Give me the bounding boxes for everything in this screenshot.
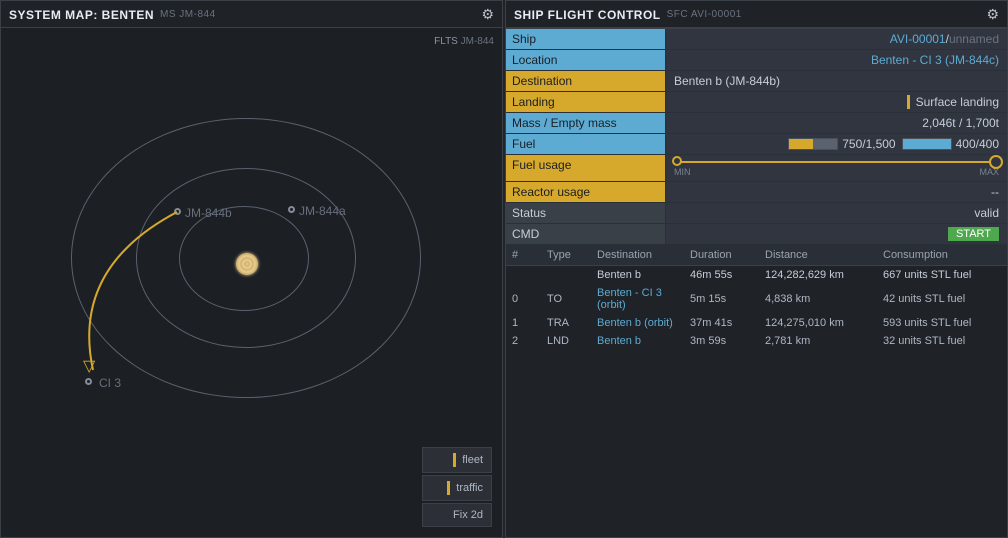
flight-subtitle: SFC AVI-00001 [667,9,742,20]
location-link[interactable]: Benten - CI 3 (JM-844c) [871,53,999,67]
route-dest-link[interactable]: Benten b [591,332,684,350]
map-toggles: fleet traffic Fix 2d [422,447,492,527]
body-marker-a[interactable] [288,206,295,213]
slider-handle-icon[interactable] [989,155,1003,169]
body-label-a: JM-844a [299,204,346,218]
value-reactor: -- [666,182,1007,203]
toggle-fleet[interactable]: fleet [422,447,492,473]
system-map-header: SYSTEM MAP: BENTEN MS JM-844 ⚙ [1,1,502,28]
label-ship: Ship [506,29,666,50]
table-row[interactable]: 1TRABenten b (orbit)37m 41s124,275,010 k… [506,314,1007,332]
label-status: Status [506,203,666,224]
info-grid: Ship AVI-00001 / unnamed Location Benten… [506,28,1007,245]
route-table: # Type Destination Duration Distance Con… [506,245,1007,350]
route-dest-link[interactable]: Benten b [591,266,684,285]
label-reactor: Reactor usage [506,182,666,203]
value-fuel: 750/1,500 400/400 [666,134,1007,155]
fuel-bar-ftl: 400/400 [902,137,999,151]
label-location: Location [506,50,666,71]
label-mass: Mass / Empty mass [506,113,666,134]
label-cmd: CMD [506,224,666,245]
table-row[interactable]: Benten b46m 55s124,282,629 km667 units S… [506,266,1007,285]
system-map-panel: SYSTEM MAP: BENTEN MS JM-844 ⚙ FLTS JM-8… [0,0,503,538]
orbit-ci3 [71,118,421,398]
value-mass: 2,046t / 1,700t [666,113,1007,134]
value-landing[interactable]: Surface landing [666,92,1007,113]
body-label-ci3: CI 3 [99,376,121,390]
flight-header: SHIP FLIGHT CONTROL SFC AVI-00001 ⚙ [506,1,1007,28]
label-fuel-usage: Fuel usage [506,155,666,182]
gear-icon[interactable]: ⚙ [986,6,999,23]
route-dest-link[interactable]: Benten - CI 3 (orbit) [591,284,684,314]
label-landing: Landing [506,92,666,113]
label-destination: Destination [506,71,666,92]
start-button[interactable]: START [948,227,999,241]
ship-marker-icon[interactable]: ▽ [83,356,95,376]
body-marker-b[interactable] [174,208,181,215]
toggle-traffic[interactable]: traffic [422,475,492,501]
value-location: Benten - CI 3 (JM-844c) [666,50,1007,71]
value-status: valid [666,203,1007,224]
system-map-subtitle: MS JM-844 [160,9,216,20]
route-dest-link[interactable]: Benten b (orbit) [591,314,684,332]
value-destination[interactable]: Benten b (JM-844b) [666,71,1007,92]
fuel-usage-slider[interactable]: MINMAX [666,155,1007,182]
table-header-row: # Type Destination Duration Distance Con… [506,245,1007,266]
label-fuel: Fuel [506,134,666,155]
body-marker-ci3[interactable] [85,378,92,385]
value-cmd: START [666,224,1007,245]
flight-title: SHIP FLIGHT CONTROL [514,8,661,22]
body-label-b: JM-844b [185,206,232,220]
fuel-bar-stl: 750/1,500 [788,137,895,151]
toggle-fix2d[interactable]: Fix 2d [422,503,492,527]
gear-icon[interactable]: ⚙ [481,6,494,23]
system-map-title: SYSTEM MAP: BENTEN [9,8,154,22]
table-row[interactable]: 2LNDBenten b3m 59s2,781 km32 units STL f… [506,332,1007,350]
ship-name: unnamed [949,32,999,46]
flts-indicator: FLTS JM-844 [434,36,494,47]
value-ship: AVI-00001 / unnamed [666,29,1007,50]
map-viewport[interactable]: FLTS JM-844 JM-844a JM-844b ▽ CI 3 fleet… [1,28,502,537]
table-row[interactable]: 0TOBenten - CI 3 (orbit)5m 15s4,838 km42… [506,284,1007,314]
flight-control-panel: SHIP FLIGHT CONTROL SFC AVI-00001 ⚙ Ship… [505,0,1008,538]
ship-id-link[interactable]: AVI-00001 [890,32,946,46]
